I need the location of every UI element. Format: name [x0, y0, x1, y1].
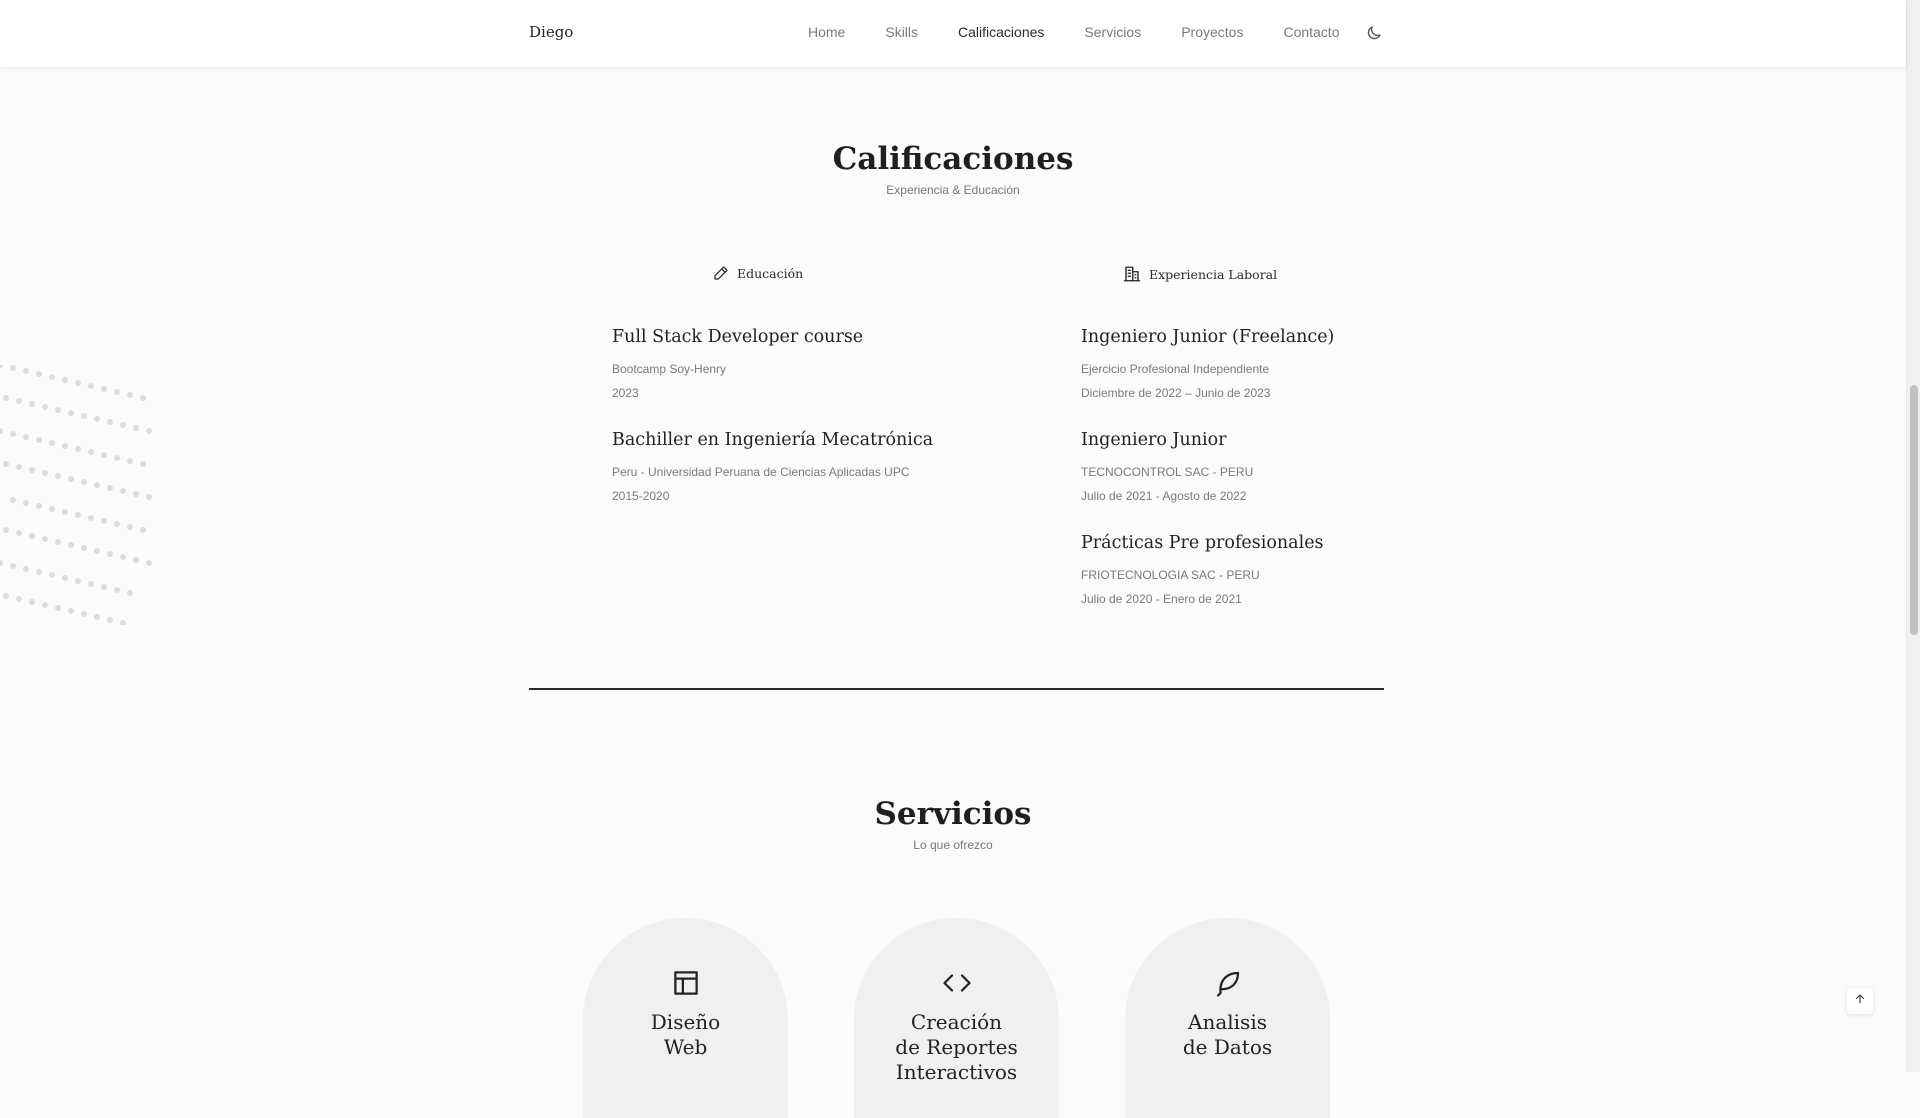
service-title: Diseño Web: [650, 1010, 721, 1059]
qualification-institution: Peru - Universidad Peruana de Ciencias A…: [612, 465, 910, 479]
list-item: Bachiller en Ingeniería Mecatrónica Peru…: [612, 429, 933, 532]
tab-education[interactable]: Educación: [713, 265, 803, 281]
qualification-title: Ingeniero Junior (Freelance): [1081, 327, 1335, 347]
layout-icon: [671, 968, 701, 998]
building-icon: [1123, 265, 1141, 283]
qualification-title: Full Stack Developer course: [612, 327, 864, 347]
qualification-company: Ejercicio Profesional Independiente: [1081, 362, 1270, 376]
header: Diego Home Skills Calificaciones Servici…: [0, 0, 1906, 67]
nav-calificaciones[interactable]: Calificaciones: [958, 24, 1044, 40]
tab-work-experience[interactable]: Experiencia Laboral: [1123, 265, 1277, 283]
list-item: Ingeniero Junior TECNOCONTROL SAC - PERU…: [1081, 429, 1334, 532]
services-subtitle: Lo que ofrezco: [913, 838, 993, 852]
qualification-date: Julio de 2021 - Agosto de 2022: [1081, 489, 1247, 503]
feather-icon: [1213, 968, 1243, 998]
services-title: Servicios: [874, 796, 1032, 832]
qualifications-subtitle: Experiencia & Educación: [886, 183, 1020, 197]
nav-servicios[interactable]: Servicios: [1084, 24, 1141, 40]
moon-icon[interactable]: [1365, 24, 1383, 42]
nav-home[interactable]: Home: [808, 24, 845, 40]
service-title: Creación de Reportes Interactivos: [895, 1010, 1018, 1084]
service-card-data-analysis[interactable]: Analisis de Datos: [1125, 918, 1330, 1118]
scrollbar[interactable]: [1906, 0, 1920, 1072]
list-item: Full Stack Developer course Bootcamp Soy…: [612, 326, 933, 429]
work-list: Ingeniero Junior (Freelance) Ejercicio P…: [1081, 326, 1334, 635]
list-item: Prácticas Pre profesionales FRIOTECNOLOG…: [1081, 532, 1334, 635]
arrow-up-icon: [1854, 992, 1866, 1010]
scrollbar-thumb[interactable]: [1910, 385, 1918, 635]
qualification-date: Julio de 2020 - Enero de 2021: [1081, 592, 1242, 606]
code-icon: [942, 968, 972, 998]
qualification-title: Ingeniero Junior: [1081, 430, 1227, 450]
main-nav: Home Skills Calificaciones Servicios Pro…: [808, 24, 1380, 40]
qualifications-title: Calificaciones: [832, 141, 1074, 177]
dot-pattern-decoration: [0, 365, 152, 625]
qualification-company: TECNOCONTROL SAC - PERU: [1081, 465, 1254, 479]
section-divider: [529, 688, 1384, 690]
scroll-to-top-button[interactable]: [1847, 988, 1873, 1014]
qualification-date: Diciembre de 2022 – Junio de 2023: [1081, 386, 1271, 400]
qualification-date: 2023: [612, 386, 639, 400]
logo[interactable]: Diego: [529, 23, 573, 41]
service-card-reports[interactable]: Creación de Reportes Interactivos: [854, 918, 1059, 1118]
nav-proyectos[interactable]: Proyectos: [1181, 24, 1243, 40]
qualification-title: Bachiller en Ingeniería Mecatrónica: [612, 430, 934, 450]
qualification-company: FRIOTECNOLOGIA SAC - PERU: [1081, 568, 1260, 582]
tab-work-label: Experiencia Laboral: [1149, 266, 1278, 282]
service-title: Analisis de Datos: [1182, 1010, 1273, 1059]
nav-contacto[interactable]: Contacto: [1283, 24, 1339, 40]
list-item: Ingeniero Junior (Freelance) Ejercicio P…: [1081, 326, 1334, 429]
education-list: Full Stack Developer course Bootcamp Soy…: [612, 326, 933, 532]
nav-skills[interactable]: Skills: [885, 24, 918, 40]
qualification-date: 2015-2020: [612, 489, 670, 503]
pencil-icon: [713, 265, 729, 281]
service-card-web-design[interactable]: Diseño Web: [583, 918, 788, 1118]
tab-education-label: Educación: [737, 265, 804, 281]
qualification-institution: Bootcamp Soy-Henry: [612, 362, 727, 376]
qualification-title: Prácticas Pre profesionales: [1081, 533, 1324, 553]
